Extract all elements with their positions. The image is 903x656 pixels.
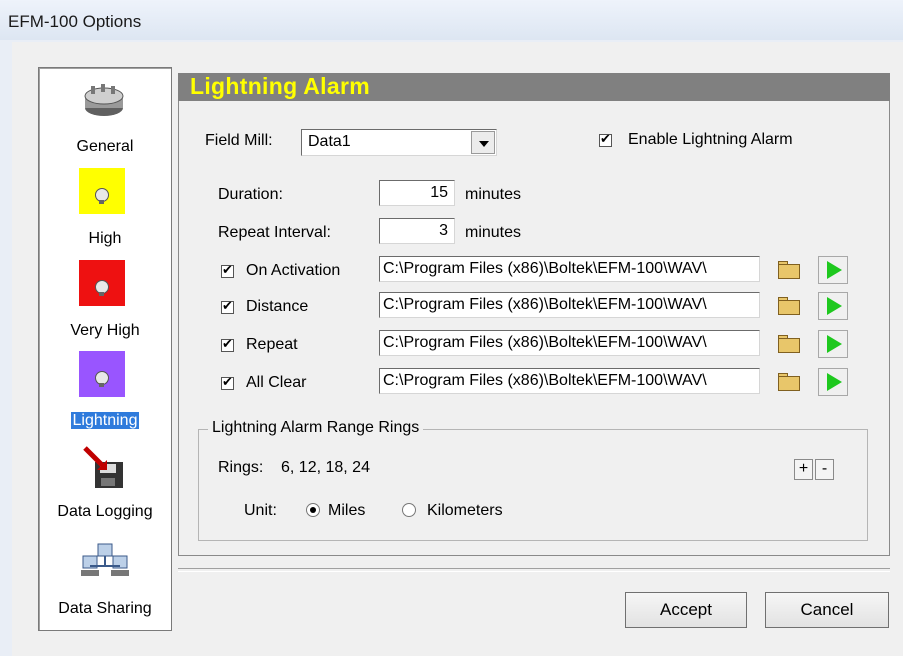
chevron-down-icon[interactable] bbox=[471, 131, 495, 154]
cancel-button[interactable]: Cancel bbox=[765, 592, 889, 628]
purple-alarm-icon bbox=[79, 351, 125, 397]
all-clear-path-input[interactable]: C:\Program Files (x86)\Boltek\EFM-100\WA… bbox=[379, 368, 760, 394]
network-share-icon bbox=[81, 543, 129, 576]
kilometers-radio[interactable] bbox=[402, 503, 416, 517]
category-label: Very High bbox=[70, 322, 140, 339]
miles-radio[interactable] bbox=[306, 503, 320, 517]
distance-play-button[interactable] bbox=[818, 292, 848, 320]
distance-checkbox[interactable] bbox=[221, 298, 234, 314]
all-clear-label: All Clear bbox=[246, 374, 307, 391]
field-mill-label: Field Mill: bbox=[205, 132, 273, 149]
category-lightning[interactable]: Lightning bbox=[39, 351, 171, 441]
network-device-icon bbox=[84, 84, 124, 116]
rings-value: 6, 12, 18, 24 bbox=[281, 459, 370, 476]
duration-label: Duration: bbox=[218, 186, 283, 203]
category-label: Lightning bbox=[70, 412, 140, 429]
add-ring-button[interactable]: + bbox=[794, 459, 813, 480]
category-data-sharing[interactable]: Data Sharing bbox=[39, 538, 171, 626]
panel-title: Lightning Alarm bbox=[190, 73, 370, 99]
repeat-interval-unit: minutes bbox=[465, 224, 522, 241]
repeat-interval-input[interactable]: 3 bbox=[379, 218, 455, 244]
on-activation-label: On Activation bbox=[246, 262, 341, 279]
category-label: General bbox=[76, 138, 134, 155]
category-general[interactable]: General bbox=[39, 74, 171, 160]
repeat-browse-button[interactable] bbox=[774, 330, 804, 358]
field-mill-select[interactable]: Data1 bbox=[301, 129, 497, 156]
on-activation-play-button[interactable] bbox=[818, 256, 848, 284]
disk-logging-icon bbox=[83, 446, 123, 488]
red-alarm-icon bbox=[79, 260, 125, 306]
repeat-label: Repeat bbox=[246, 336, 298, 353]
rings-label: Rings: bbox=[218, 459, 264, 476]
category-label: Data Logging bbox=[57, 503, 153, 520]
yellow-alarm-icon bbox=[79, 168, 125, 214]
unit-label: Unit: bbox=[244, 502, 277, 519]
repeat-checkbox[interactable] bbox=[221, 336, 234, 352]
distance-label: Distance bbox=[246, 298, 309, 315]
category-list: General High Very High Lightning Data Lo… bbox=[38, 67, 172, 631]
category-data-logging[interactable]: Data Logging bbox=[39, 442, 171, 530]
window-title: EFM-100 Options bbox=[8, 12, 142, 31]
remove-ring-button[interactable]: - bbox=[815, 459, 834, 480]
distance-browse-button[interactable] bbox=[774, 292, 804, 320]
category-high[interactable]: High bbox=[39, 168, 171, 260]
category-label: High bbox=[88, 230, 122, 247]
kilometers-label: Kilometers bbox=[427, 502, 503, 519]
range-rings-group bbox=[198, 429, 868, 541]
separator bbox=[178, 568, 890, 572]
on-activation-path-input[interactable]: C:\Program Files (x86)\Boltek\EFM-100\WA… bbox=[379, 256, 760, 282]
repeat-play-button[interactable] bbox=[818, 330, 848, 358]
on-activation-checkbox[interactable] bbox=[221, 262, 234, 278]
all-clear-play-button[interactable] bbox=[818, 368, 848, 396]
enable-lightning-alarm-label: Enable Lightning Alarm bbox=[628, 131, 793, 148]
repeat-interval-label: Repeat Interval: bbox=[218, 224, 331, 241]
distance-path-input[interactable]: C:\Program Files (x86)\Boltek\EFM-100\WA… bbox=[379, 292, 760, 318]
all-clear-browse-button[interactable] bbox=[774, 368, 804, 396]
category-very-high[interactable]: Very High bbox=[39, 260, 171, 350]
category-label: Data Sharing bbox=[58, 600, 152, 617]
field-mill-value: Data1 bbox=[308, 133, 351, 150]
accept-button[interactable]: Accept bbox=[625, 592, 747, 628]
duration-input[interactable]: 15 bbox=[379, 180, 455, 206]
duration-unit: minutes bbox=[465, 186, 522, 203]
on-activation-browse-button[interactable] bbox=[774, 256, 804, 284]
miles-label: Miles bbox=[328, 502, 366, 519]
range-rings-group-label: Lightning Alarm Range Rings bbox=[208, 419, 424, 437]
repeat-path-input[interactable]: C:\Program Files (x86)\Boltek\EFM-100\WA… bbox=[379, 330, 760, 356]
enable-lightning-alarm-checkbox[interactable] bbox=[599, 131, 612, 147]
all-clear-checkbox[interactable] bbox=[221, 374, 234, 390]
